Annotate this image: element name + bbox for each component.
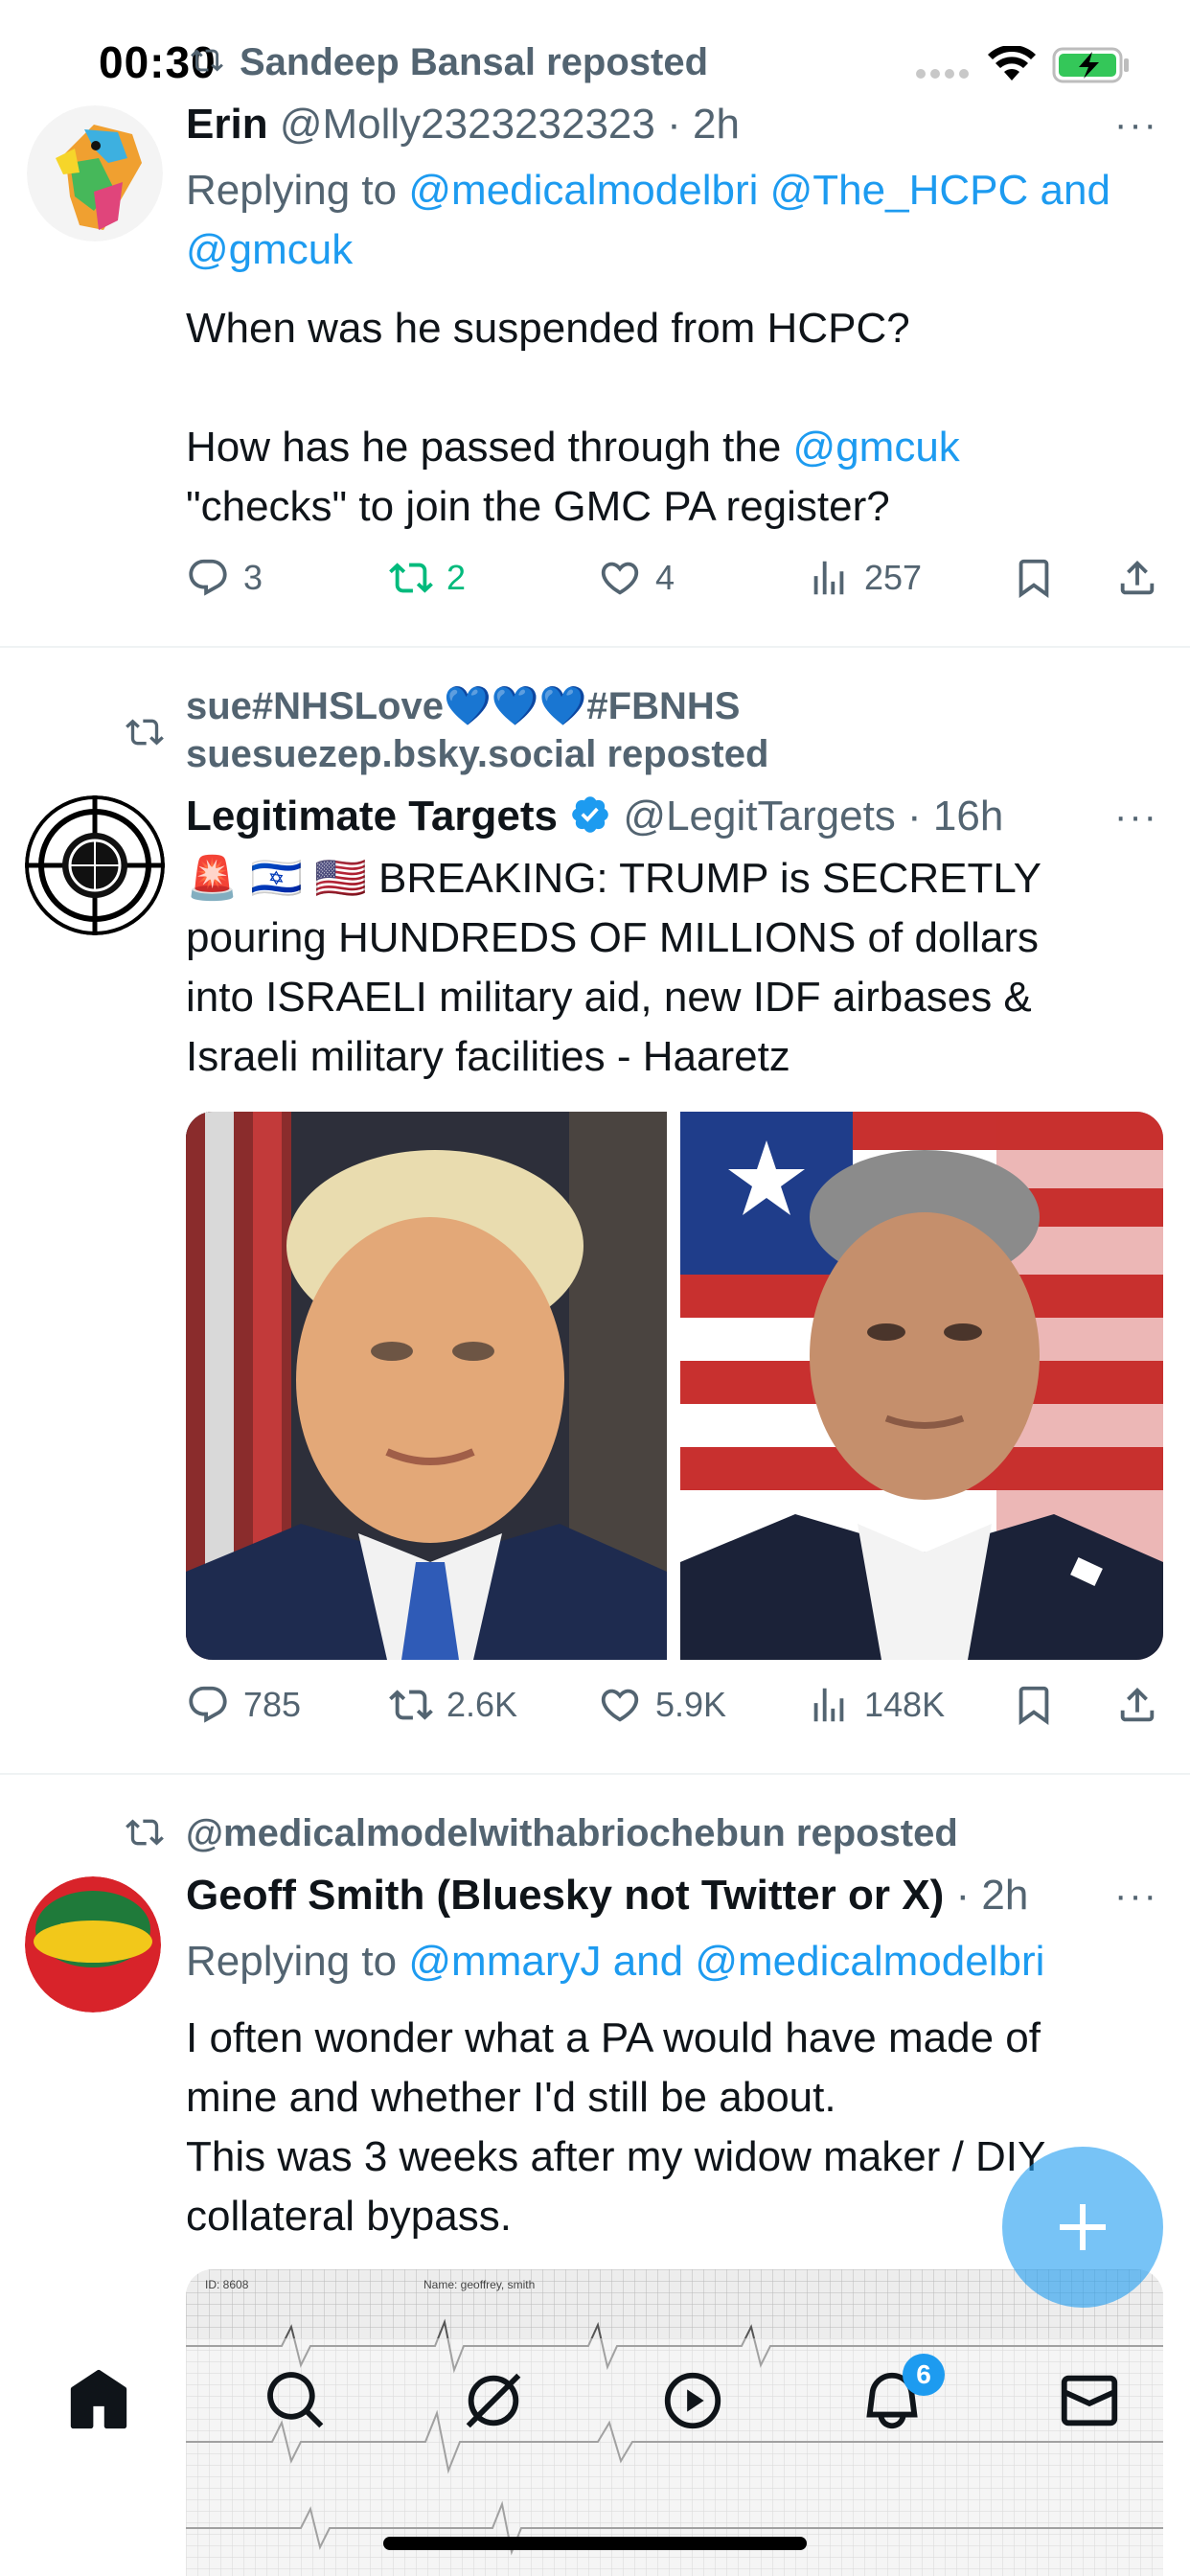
tweet-text: Israeli military facilities - Haaretz — [186, 1033, 790, 1080]
repost-indicator-icon — [123, 1813, 167, 1856]
avatar[interactable]: LOTUS — [25, 1876, 161, 2012]
tweet-author-line: Legitimate Targets @LegitTargets · 16h — [186, 790, 1003, 849]
ecg-name-label: Name: geoffrey, smith — [423, 2278, 535, 2291]
video-play-icon[interactable] — [659, 2367, 726, 2434]
display-name[interactable]: Erin — [186, 101, 268, 148]
tweet-image[interactable] — [680, 1112, 1163, 1660]
analytics-icon — [813, 561, 844, 595]
repost-button[interactable]: 2 — [389, 556, 466, 600]
timestamp[interactable]: · 16h — [907, 793, 1003, 840]
compose-button[interactable] — [1002, 2147, 1163, 2308]
tweet-actions: 785 2.6K 5.9K 148K — [186, 1683, 1163, 1740]
bookmark-icon — [1018, 559, 1049, 598]
tweet-text: How has he passed through the @gmcuk — [186, 424, 960, 471]
notification-badge: 6 — [903, 2354, 945, 2396]
tweet-text: 🚨 🇮🇱 🇺🇸 BREAKING: TRUMP is SECRETLY — [186, 855, 1041, 902]
mention-link[interactable]: @gmcuk — [793, 424, 960, 471]
more-options-icon[interactable]: ··· — [1114, 104, 1158, 147]
mention-link[interactable]: @mmaryJ — [408, 1938, 601, 1985]
like-button[interactable]: 5.9K — [598, 1683, 726, 1727]
display-name[interactable]: Legitimate Targets — [186, 793, 558, 840]
mention-link[interactable]: @medicalmodelbri — [408, 167, 758, 214]
reply-button[interactable]: 3 — [186, 556, 263, 600]
tweet-text: I often wonder what a PA would have made… — [186, 2014, 1041, 2061]
divider — [0, 1773, 1190, 1775]
reply-button[interactable]: 785 — [186, 1683, 301, 1727]
wifi-icon — [987, 44, 1037, 87]
like-button[interactable]: 4 — [598, 556, 675, 600]
cellular-signal-icon — [915, 67, 971, 85]
grok-icon[interactable] — [460, 2367, 527, 2434]
repost-indicator-icon — [188, 44, 226, 81]
mention-link[interactable]: @gmcuk — [186, 226, 353, 273]
repost-header[interactable]: sue#NHSLove💙💙💙#FBNHS — [186, 682, 740, 730]
tweet-actions: 3 2 4 257 — [186, 556, 1163, 613]
svg-text:LOTUS: LOTUS — [60, 1920, 126, 1941]
share-button[interactable] — [1115, 1683, 1173, 1727]
mention-link[interactable]: @medicalmodelbri — [695, 1938, 1044, 1985]
reply-context: Replying to @medicalmodelbri @The_HCPC a… — [186, 167, 1110, 273]
handle[interactable]: @LegitTargets — [623, 793, 895, 840]
bookmark-icon — [1018, 1686, 1049, 1725]
search-icon[interactable] — [263, 2367, 330, 2434]
repost-indicator-icon — [123, 713, 167, 756]
repost-button[interactable]: 2.6K — [389, 1683, 517, 1727]
tweet-image[interactable] — [186, 1112, 667, 1660]
verified-badge-icon — [569, 794, 611, 849]
tweet-author-line: Erin @Molly2323232323 · 2h — [186, 98, 740, 151]
bookmark-button[interactable] — [1012, 1683, 1069, 1727]
battery-charging-icon — [1052, 46, 1131, 89]
tweet-text: pouring HUNDREDS OF MILLIONS of dollars — [186, 914, 1040, 961]
share-icon — [1120, 1687, 1155, 1722]
tweet-text: When was he suspended from HCPC? — [186, 305, 910, 352]
repost-icon — [389, 1690, 433, 1720]
messages-envelope-icon[interactable] — [1056, 2367, 1123, 2434]
repost-header[interactable]: @medicalmodelwithabriochebun reposted — [186, 1809, 958, 1857]
tweet-text: into ISRAELI military aid, new IDF airba… — [186, 974, 1032, 1021]
bookmark-button[interactable] — [1012, 556, 1069, 600]
divider — [0, 646, 1190, 648]
views-button[interactable]: 257 — [807, 556, 922, 600]
repost-header[interactable]: suesuezep.bsky.social reposted — [186, 730, 768, 778]
avatar[interactable] — [25, 795, 165, 935]
timestamp[interactable]: · 2h — [955, 1872, 1028, 1919]
ecg-id-label: ID: 8608 — [205, 2278, 249, 2291]
timestamp[interactable]: · 2h — [667, 101, 740, 148]
heart-icon — [601, 1689, 639, 1722]
reply-icon — [189, 559, 227, 596]
views-button[interactable]: 148K — [807, 1683, 945, 1727]
repost-header[interactable]: Sandeep Bansal reposted — [240, 38, 708, 86]
tweet-text: "checks" to join the GMC PA register? — [186, 483, 890, 530]
tweet-text: This was 3 weeks after my widow maker / … — [186, 2133, 1046, 2180]
reply-icon — [189, 1686, 227, 1723]
mention-link[interactable]: @The_HCPC — [770, 167, 1029, 214]
avatar[interactable] — [27, 105, 163, 242]
share-button[interactable] — [1115, 556, 1173, 600]
more-options-icon[interactable]: ··· — [1114, 795, 1158, 839]
tweet-author-line: Geoff Smith (Bluesky not Twitter or X) ·… — [186, 1869, 1028, 1922]
heart-icon — [601, 562, 639, 595]
analytics-icon — [813, 1688, 844, 1722]
tweet-text: collateral bypass. — [186, 2193, 512, 2240]
more-options-icon[interactable]: ··· — [1114, 1874, 1158, 1918]
display-name[interactable]: Geoff Smith (Bluesky not Twitter or X) — [186, 1872, 944, 1919]
repost-icon — [389, 563, 433, 593]
home-icon[interactable] — [65, 2367, 132, 2434]
handle[interactable]: @Molly2323232323 — [280, 101, 655, 148]
share-icon — [1120, 560, 1155, 595]
home-indicator — [383, 2537, 807, 2550]
plus-icon — [1060, 2204, 1106, 2250]
reply-context: Replying to @mmaryJ and @medicalmodelbri — [186, 1938, 1045, 1985]
tweet-text: mine and whether I'd still be about. — [186, 2074, 836, 2121]
